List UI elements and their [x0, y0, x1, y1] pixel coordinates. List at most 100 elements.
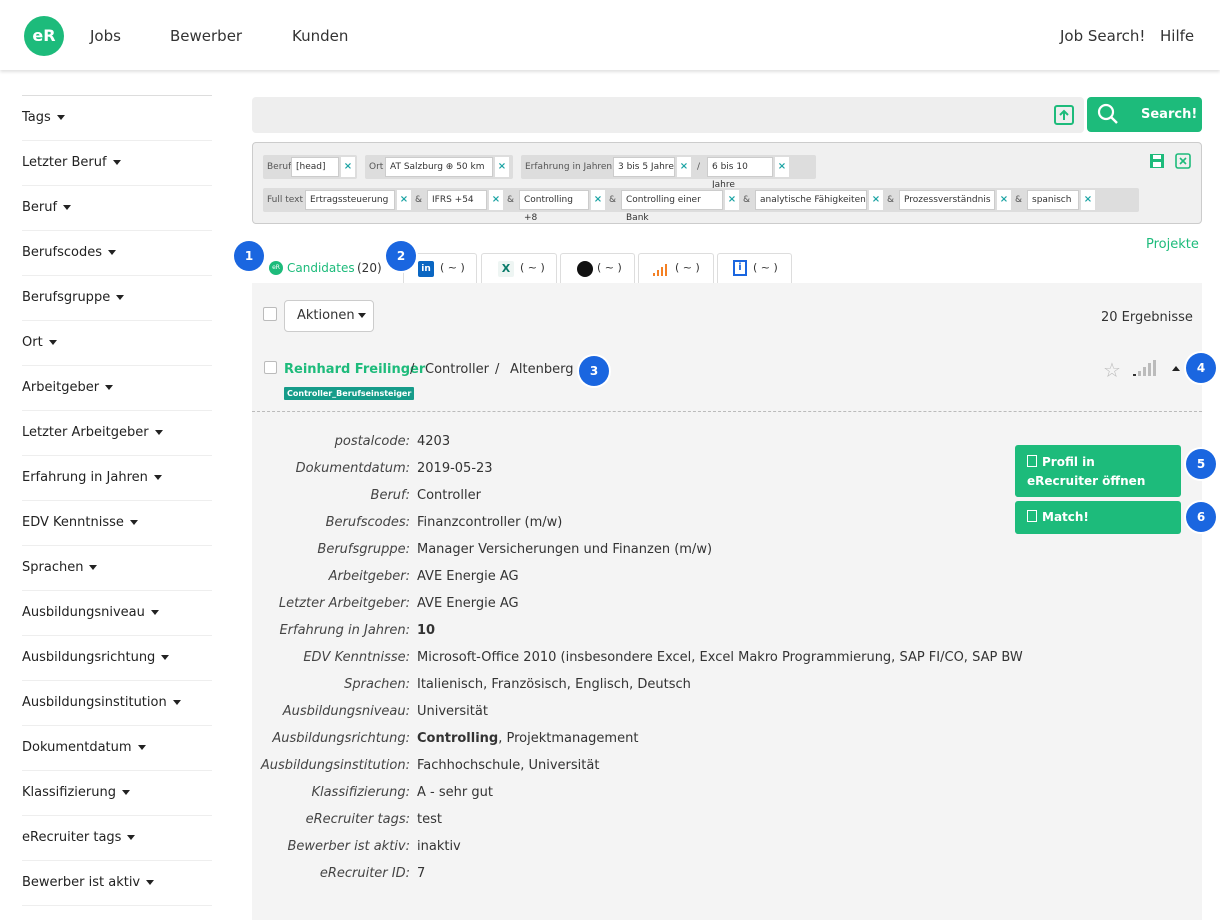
caret-down-icon — [154, 430, 163, 435]
sidebar-facet-item[interactable]: Tags — [22, 96, 212, 141]
remove-filter-beruf[interactable]: × — [341, 157, 355, 177]
callout-badge: 4 — [1186, 353, 1216, 383]
candidates-icon: eR — [269, 261, 283, 275]
remove-term-icon[interactable]: × — [869, 190, 883, 210]
sidebar-facet-item[interactable]: Bewerber ist aktiv — [22, 861, 212, 906]
field-value: Manager Versicherungen und Finanzen (m/w… — [417, 542, 713, 557]
remove-term-icon[interactable]: × — [725, 190, 739, 210]
nav-kunden[interactable]: Kunden — [292, 27, 348, 45]
remove-term-icon[interactable]: × — [591, 190, 605, 210]
caret-down-icon — [48, 340, 57, 345]
field-value: A - sehr gut — [417, 785, 493, 800]
remove-term-icon[interactable]: × — [489, 190, 503, 210]
caret-icon — [357, 313, 366, 318]
candidate-name[interactable]: Reinhard Freilinger — [284, 362, 425, 377]
candidate-role: Controller — [425, 362, 489, 377]
fulltext-term[interactable]: Controlling +8 — [519, 190, 589, 223]
top-nav: eR Jobs Bewerber Kunden Job Search! Hilf… — [0, 0, 1220, 70]
field-label: Letzter Arbeitgeber: — [278, 596, 410, 611]
nav-hilfe[interactable]: Hilfe — [1160, 27, 1194, 45]
caret-down-icon — [137, 745, 146, 750]
tab-candidates[interactable]: eR Candidates (20) — [258, 253, 400, 283]
filter-panel: Beruf [head] × Ort AT Salzburg ⊕ 50 km ×… — [252, 142, 1202, 224]
actions-dropdown[interactable]: Aktionen — [284, 300, 374, 332]
logo[interactable]: eR — [24, 16, 64, 56]
sidebar-facet-item[interactable]: Ausbildungsrichtung — [22, 636, 212, 681]
sidebar-facet-item[interactable]: Ort — [22, 321, 212, 366]
match-button[interactable]: Match! — [1015, 501, 1181, 534]
search-input[interactable] — [252, 97, 1084, 133]
field-label: Beruf: — [370, 488, 410, 503]
field-value: Finanzcontroller (m/w) — [417, 515, 563, 530]
candidate-checkbox[interactable] — [264, 361, 277, 374]
fulltext-term[interactable]: spanisch — [1027, 190, 1079, 210]
tab-stackoverflow[interactable]: ( ~ ) — [638, 253, 714, 283]
sidebar-facet-item[interactable]: Erfahrung in Jahren — [22, 456, 212, 501]
fulltext-term[interactable]: Ertragssteuerung — [305, 190, 395, 210]
field-label: Arbeitgeber: — [328, 569, 410, 584]
field-label: Ausbildungsniveau: — [282, 704, 410, 719]
fulltext-term[interactable]: analytische Fähigkeiten — [755, 190, 867, 210]
sidebar-facet-item[interactable]: Berufsgruppe — [22, 276, 212, 321]
callout-badge: 3 — [579, 356, 609, 386]
sidebar-facet-item[interactable]: Berufscodes — [22, 231, 212, 276]
sidebar-facet-item[interactable]: Ausbildungsinstitution — [22, 681, 212, 726]
nav-jobs[interactable]: Jobs — [90, 27, 121, 45]
select-all-checkbox[interactable] — [263, 307, 277, 321]
remove-filter-ort[interactable]: × — [495, 157, 509, 177]
facet-sidebar: Tags Letzter Beruf Beruf Berufscodes Berufsg… — [22, 95, 212, 906]
save-icon[interactable] — [1149, 153, 1165, 173]
caret-down-icon — [172, 700, 181, 705]
sidebar-facet-item[interactable]: eRecruiter tags — [22, 816, 212, 861]
sidebar-facet-item[interactable]: Arbeitgeber — [22, 366, 212, 411]
fulltext-term[interactable]: Prozessverständnis — [899, 190, 995, 210]
remove-term-icon[interactable]: × — [997, 190, 1011, 210]
remove-erf-1[interactable]: × — [677, 157, 691, 177]
field-label: Erfahrung in Jahren: — [279, 623, 410, 638]
fulltext-term[interactable]: Controlling einer Bank — [621, 190, 723, 223]
info-icon: i — [733, 260, 747, 276]
upload-icon[interactable] — [1054, 105, 1074, 125]
remove-term-icon[interactable]: × — [397, 190, 411, 210]
field-value: inaktiv — [417, 839, 461, 854]
collapse-icon[interactable] — [1172, 366, 1180, 371]
remove-term-icon[interactable]: × — [1081, 190, 1095, 210]
caret-down-icon — [112, 160, 121, 165]
projekte-link[interactable]: Projekte — [1146, 237, 1199, 252]
github-icon — [577, 261, 593, 277]
field-label: Klassifizierung: — [311, 785, 410, 800]
candidate-tag[interactable]: Controller_Berufseinsteiger — [284, 387, 415, 400]
sidebar-facet-item[interactable]: Sprachen — [22, 546, 212, 591]
tab-info[interactable]: i ( ~ ) — [717, 253, 792, 283]
caret-down-icon — [105, 385, 114, 390]
search-button[interactable]: Search! — [1087, 97, 1202, 132]
sidebar-facet-item[interactable]: EDV Kenntnisse — [22, 501, 212, 546]
caret-down-icon — [153, 475, 162, 480]
field-value: Fachhochschule, Universität — [417, 758, 600, 773]
sidebar-facet-item[interactable]: Dokumentdatum — [22, 726, 212, 771]
nav-bewerber[interactable]: Bewerber — [170, 27, 242, 45]
clear-filters-icon[interactable] — [1175, 153, 1191, 173]
remove-erf-2[interactable]: × — [775, 157, 789, 177]
fulltext-term[interactable]: IFRS +54 — [427, 190, 487, 210]
sidebar-facet-item[interactable]: Ausbildungsniveau — [22, 591, 212, 636]
tab-github[interactable]: ( ~ ) — [560, 253, 635, 283]
star-icon[interactable]: ☆ — [1103, 358, 1121, 382]
sidebar-facet-item[interactable]: Klassifizierung — [22, 771, 212, 816]
linkedin-icon: in — [418, 261, 434, 277]
document-icon — [1027, 510, 1037, 522]
open-profile-button[interactable]: Profil in eRecruiter öffnen — [1015, 445, 1181, 497]
tab-xing[interactable]: X ( ~ ) — [481, 253, 557, 283]
filter-beruf: Beruf [head] × — [263, 155, 357, 179]
field-label: EDV Kenntnisse: — [303, 650, 410, 665]
field-label: Berufscodes: — [325, 515, 410, 530]
sidebar-facet-item[interactable]: Letzter Beruf — [22, 141, 212, 186]
field-label: Ausbildungsrichtung: — [272, 731, 410, 746]
caret-down-icon — [129, 520, 138, 525]
callout-badge: 6 — [1186, 502, 1216, 532]
sidebar-facet-item[interactable]: Beruf — [22, 186, 212, 231]
nav-job-search[interactable]: Job Search! — [1060, 27, 1145, 45]
callout-badge: 2 — [386, 241, 416, 271]
sidebar-facet-item[interactable]: Letzter Arbeitgeber — [22, 411, 212, 456]
caret-down-icon — [121, 790, 130, 795]
